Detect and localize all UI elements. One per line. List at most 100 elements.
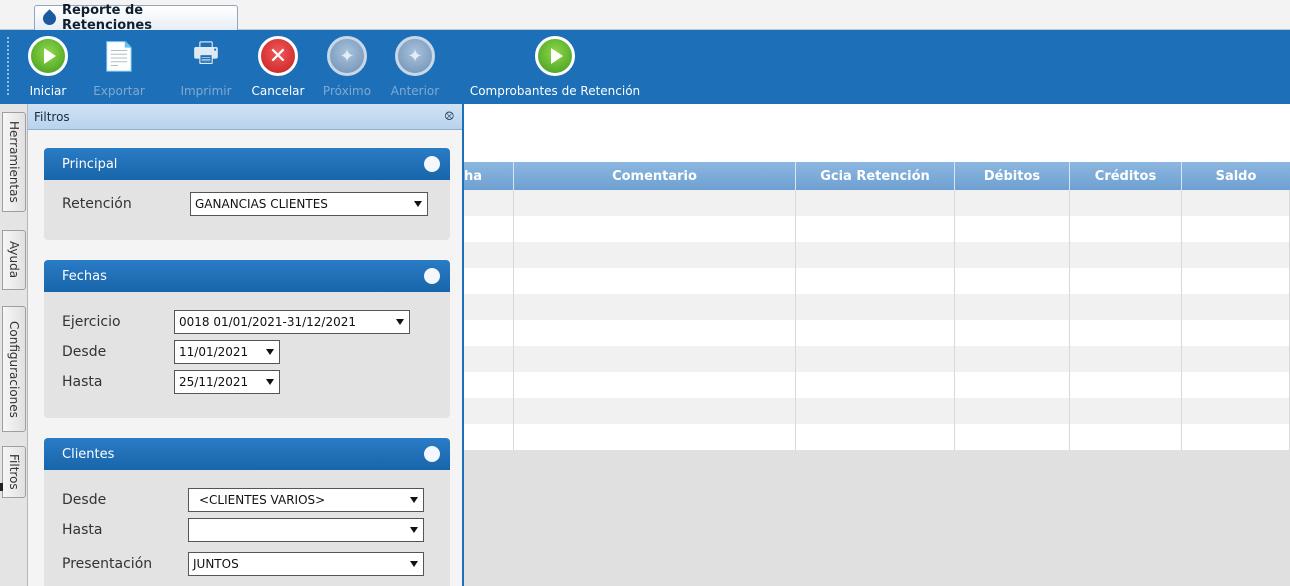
table-cell[interactable] [464, 190, 514, 216]
table-cell[interactable] [955, 398, 1070, 424]
table-cell[interactable] [464, 216, 514, 242]
table-cell[interactable] [796, 216, 955, 242]
clientes-hasta-select[interactable] [188, 518, 424, 542]
table-cell[interactable] [514, 268, 796, 294]
table-row[interactable] [464, 242, 1290, 268]
table-row[interactable] [464, 320, 1290, 346]
table-cell[interactable] [514, 424, 796, 450]
collapse-icon[interactable] [424, 268, 440, 284]
table-cell[interactable] [796, 424, 955, 450]
table-cell[interactable] [514, 242, 796, 268]
table-cell[interactable] [464, 294, 514, 320]
table-cell[interactable] [1070, 398, 1182, 424]
table-cell[interactable] [1070, 216, 1182, 242]
table-cell[interactable] [1070, 424, 1182, 450]
ejercicio-select[interactable]: 0018 01/01/2021-31/12/2021 [174, 310, 410, 334]
chevron-down-icon[interactable] [405, 553, 423, 575]
table-cell[interactable] [1182, 294, 1290, 320]
table-cell[interactable] [955, 216, 1070, 242]
chevron-down-icon[interactable] [391, 311, 409, 333]
tab-reporte-retenciones[interactable]: Reporte de Retenciones [34, 3, 238, 33]
cancelar-button[interactable]: ✕ Cancelar [246, 34, 310, 100]
chevron-down-icon[interactable] [261, 341, 279, 363]
table-cell[interactable] [514, 294, 796, 320]
comprobantes-retencion-button[interactable]: Comprobantes de Retención [460, 34, 650, 100]
table-cell[interactable] [464, 424, 514, 450]
table-cell[interactable] [796, 242, 955, 268]
column-creditos[interactable]: Créditos [1070, 162, 1182, 190]
table-cell[interactable] [464, 268, 514, 294]
table-cell[interactable] [1070, 320, 1182, 346]
table-cell[interactable] [796, 268, 955, 294]
table-cell[interactable] [1182, 398, 1290, 424]
table-cell[interactable] [796, 372, 955, 398]
fechas-hasta-date[interactable]: 25/11/2021 [174, 370, 280, 394]
table-cell[interactable] [1182, 346, 1290, 372]
table-cell[interactable] [1070, 268, 1182, 294]
table-cell[interactable] [796, 320, 955, 346]
table-cell[interactable] [955, 320, 1070, 346]
column-gcia-retencion[interactable]: Gcia Retención [796, 162, 955, 190]
table-cell[interactable] [514, 346, 796, 372]
fechas-desde-date[interactable]: 11/01/2021 [174, 340, 280, 364]
table-cell[interactable] [1070, 372, 1182, 398]
group-fechas-header[interactable]: Fechas [44, 260, 450, 292]
table-cell[interactable] [955, 190, 1070, 216]
sidetab-ayuda[interactable]: Ayuda [2, 230, 26, 290]
chevron-down-icon[interactable] [405, 489, 423, 511]
group-clientes-header[interactable]: Clientes [44, 438, 450, 470]
table-cell[interactable] [1182, 372, 1290, 398]
table-cell[interactable] [464, 320, 514, 346]
table-cell[interactable] [955, 372, 1070, 398]
table-cell[interactable] [955, 294, 1070, 320]
table-cell[interactable] [464, 398, 514, 424]
collapse-icon[interactable] [424, 446, 440, 462]
imprimir-button[interactable]: 🖶 Imprimir [176, 34, 236, 100]
table-cell[interactable] [1182, 190, 1290, 216]
column-comentario[interactable]: Comentario [514, 162, 796, 190]
toolbar-grip[interactable] [6, 36, 10, 96]
table-cell[interactable] [1182, 216, 1290, 242]
table-cell[interactable] [1070, 294, 1182, 320]
anterior-button[interactable]: ✦ Anterior [388, 34, 442, 100]
table-row[interactable] [464, 216, 1290, 242]
table-row[interactable] [464, 268, 1290, 294]
column-fecha[interactable]: ha [464, 162, 514, 190]
column-debitos[interactable]: Débitos [955, 162, 1070, 190]
pin-icon[interactable]: ⮾ [445, 109, 455, 124]
sidetab-configuraciones[interactable]: Configuraciones [2, 306, 26, 432]
table-cell[interactable] [796, 190, 955, 216]
table-cell[interactable] [1070, 190, 1182, 216]
retencion-select[interactable]: GANANCIAS CLIENTES [190, 192, 428, 216]
table-cell[interactable] [955, 346, 1070, 372]
table-row[interactable] [464, 294, 1290, 320]
table-cell[interactable] [796, 398, 955, 424]
table-cell[interactable] [1182, 242, 1290, 268]
table-cell[interactable] [955, 424, 1070, 450]
chevron-down-icon[interactable] [405, 519, 423, 541]
table-cell[interactable] [464, 346, 514, 372]
clientes-desde-select[interactable]: <CLIENTES VARIOS> [188, 488, 424, 512]
chevron-down-icon[interactable] [261, 371, 279, 393]
table-cell[interactable] [796, 346, 955, 372]
table-cell[interactable] [1070, 242, 1182, 268]
table-cell[interactable] [1070, 346, 1182, 372]
table-cell[interactable] [1182, 424, 1290, 450]
table-cell[interactable] [955, 242, 1070, 268]
table-cell[interactable] [514, 190, 796, 216]
table-cell[interactable] [1182, 320, 1290, 346]
proximo-button[interactable]: ✦ Próximo [320, 34, 374, 100]
sidetab-filtros[interactable]: Filtros [2, 446, 26, 498]
table-row[interactable] [464, 346, 1290, 372]
chevron-down-icon[interactable] [409, 193, 427, 215]
table-cell[interactable] [1182, 268, 1290, 294]
table-row[interactable] [464, 424, 1290, 450]
group-principal-header[interactable]: Principal [44, 148, 450, 180]
collapse-icon[interactable] [424, 156, 440, 172]
table-cell[interactable] [955, 268, 1070, 294]
table-cell[interactable] [514, 398, 796, 424]
table-cell[interactable] [796, 294, 955, 320]
table-row[interactable] [464, 372, 1290, 398]
exportar-button[interactable]: 📄 Exportar [86, 34, 152, 100]
table-row[interactable] [464, 190, 1290, 216]
